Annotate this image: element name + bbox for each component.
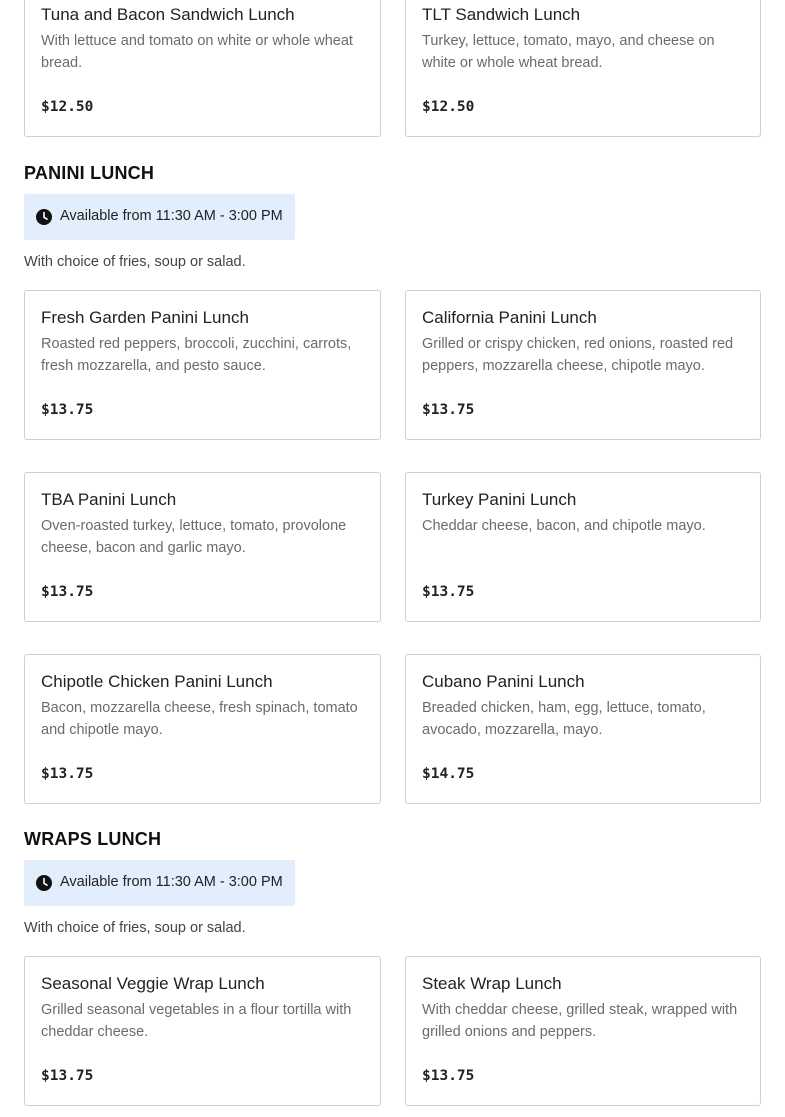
menu-item-card[interactable]: Chipotle Chicken Panini Lunch Bacon, moz… xyxy=(24,654,381,804)
item-description: With cheddar cheese, grilled steak, wrap… xyxy=(422,1002,738,1040)
item-name: Steak Wrap Lunch xyxy=(422,974,562,993)
item-name: Seasonal Veggie Wrap Lunch xyxy=(41,974,265,993)
availability-text: Available from 11:30 AM - 3:00 PM xyxy=(60,208,283,224)
item-price: $14.75 xyxy=(422,766,475,782)
item-name: Fresh Garden Panini Lunch xyxy=(41,308,249,327)
section-note: With choice of fries, soup or salad. xyxy=(24,254,246,270)
item-name: Tuna and Bacon Sandwich Lunch xyxy=(41,5,295,24)
menu-item-card[interactable]: Fresh Garden Panini Lunch Roasted red pe… xyxy=(24,290,381,440)
item-description: Breaded chicken, ham, egg, lettuce, toma… xyxy=(422,700,706,738)
item-price: $13.75 xyxy=(41,1068,94,1084)
item-price: $13.75 xyxy=(422,584,475,600)
item-name: Cubano Panini Lunch xyxy=(422,672,585,691)
item-price: $13.75 xyxy=(41,402,94,418)
menu-item-card[interactable]: Seasonal Veggie Wrap Lunch Grilled seaso… xyxy=(24,956,381,1106)
item-name: TLT Sandwich Lunch xyxy=(422,5,581,24)
item-price: $13.75 xyxy=(422,402,475,418)
menu-item-card[interactable]: Turkey Panini Lunch Cheddar cheese, baco… xyxy=(405,472,761,622)
item-price: $13.75 xyxy=(422,1068,475,1084)
clock-icon xyxy=(36,875,52,891)
availability-text: Available from 11:30 AM - 3:00 PM xyxy=(60,874,283,890)
item-description: Roasted red peppers, broccoli, zucchini,… xyxy=(41,336,352,374)
section-title-panini: PANINI LUNCH xyxy=(24,163,155,183)
item-description: Oven-roasted turkey, lettuce, tomato, pr… xyxy=(41,518,347,556)
menu-item-card[interactable]: Steak Wrap Lunch With cheddar cheese, gr… xyxy=(405,956,761,1106)
menu-item-card[interactable]: Cubano Panini Lunch Breaded chicken, ham… xyxy=(405,654,761,804)
item-price: $13.75 xyxy=(41,584,94,600)
item-description: Grilled or crispy chicken, red onions, r… xyxy=(422,336,734,374)
item-price: $12.50 xyxy=(422,99,475,115)
menu-item-card[interactable]: TBA Panini Lunch Oven-roasted turkey, le… xyxy=(24,472,381,622)
item-name: Turkey Panini Lunch xyxy=(422,490,577,509)
menu-item-card[interactable]: TLT Sandwich Lunch Turkey, lettuce, toma… xyxy=(405,0,761,137)
item-description: Cheddar cheese, bacon, and chipotle mayo… xyxy=(422,518,706,534)
item-price: $13.75 xyxy=(41,766,94,782)
menu-item-card[interactable]: California Panini Lunch Grilled or crisp… xyxy=(405,290,761,440)
section-title-wraps: WRAPS LUNCH xyxy=(24,829,162,849)
item-price: $12.50 xyxy=(41,99,94,115)
availability-banner: Available from 11:30 AM - 3:00 PM xyxy=(24,860,295,906)
menu-page: Tuna and Bacon Sandwich Lunch With lettu… xyxy=(0,0,785,1117)
availability-banner: Available from 11:30 AM - 3:00 PM xyxy=(24,194,295,240)
item-name: TBA Panini Lunch xyxy=(41,490,177,509)
item-description: Bacon, mozzarella cheese, fresh spinach,… xyxy=(41,700,358,738)
item-name: California Panini Lunch xyxy=(422,308,597,327)
item-description: With lettuce and tomato on white or whol… xyxy=(41,33,353,71)
menu-item-card[interactable]: Tuna and Bacon Sandwich Lunch With lettu… xyxy=(24,0,381,137)
item-name: Chipotle Chicken Panini Lunch xyxy=(41,672,273,691)
item-description: Turkey, lettuce, tomato, mayo, and chees… xyxy=(422,33,715,71)
item-description: Grilled seasonal vegetables in a flour t… xyxy=(41,1002,352,1040)
section-note: With choice of fries, soup or salad. xyxy=(24,920,246,936)
clock-icon xyxy=(36,209,52,225)
